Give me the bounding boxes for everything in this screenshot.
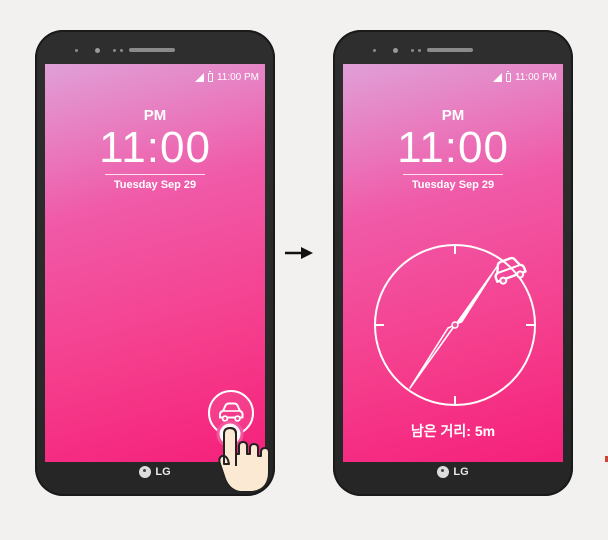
- phone-top-bezel: [333, 46, 573, 56]
- tapping-hand-icon: [216, 420, 270, 493]
- ampm-label: PM: [441, 107, 465, 124]
- status-time: 11:00 PM: [514, 71, 557, 83]
- sensor-dot: [411, 49, 414, 52]
- lock-screen: 11:00 PM PM 11:00 Tuesday Sep 29: [45, 64, 265, 462]
- navigation-screen: 11:00 PM PM 11:00 Tuesday Sep 29 남은 거리: …: [343, 64, 563, 462]
- remaining-distance-label: 남은 거리: 5m: [410, 423, 496, 439]
- phone-chin: LG: [333, 460, 573, 496]
- sensor-dot: [113, 49, 116, 52]
- lg-logo-icon: [437, 466, 450, 478]
- phone-right: 11:00 PM PM 11:00 Tuesday Sep 29 남은 거리: …: [333, 30, 573, 496]
- lg-logo-icon: [139, 466, 152, 478]
- clock-date: Tuesday Sep 29: [113, 179, 197, 191]
- sensor-dot: [120, 49, 123, 52]
- status-bar: 11:00 PM: [194, 70, 259, 84]
- car-location-icon: [494, 256, 527, 285]
- battery-icon: [505, 70, 511, 82]
- ampm-label: PM: [143, 107, 167, 124]
- clock-divider: [105, 174, 205, 175]
- clock-time: 11:00: [99, 123, 211, 172]
- phone-top-bezel: [35, 46, 275, 56]
- brand-logo: LG: [333, 466, 573, 478]
- earpiece-speaker: [129, 48, 175, 52]
- signal-icon: [492, 72, 502, 82]
- status-time: 11:00 PM: [216, 71, 259, 83]
- brand-text: LG: [453, 466, 469, 478]
- front-camera: [393, 48, 398, 53]
- clock-date: Tuesday Sep 29: [411, 179, 495, 191]
- right-arrow-icon: [285, 247, 313, 259]
- status-bar: 11:00 PM: [492, 70, 557, 84]
- sensor-dot: [418, 49, 421, 52]
- sensor-dot: [75, 49, 78, 52]
- brand-text: LG: [155, 466, 171, 478]
- clock-time: 11:00: [397, 123, 509, 172]
- signal-icon: [194, 72, 204, 82]
- earpiece-speaker: [427, 48, 473, 52]
- battery-icon: [207, 70, 213, 82]
- front-camera: [95, 48, 100, 53]
- clock-divider: [403, 174, 503, 175]
- sensor-dot: [373, 49, 376, 52]
